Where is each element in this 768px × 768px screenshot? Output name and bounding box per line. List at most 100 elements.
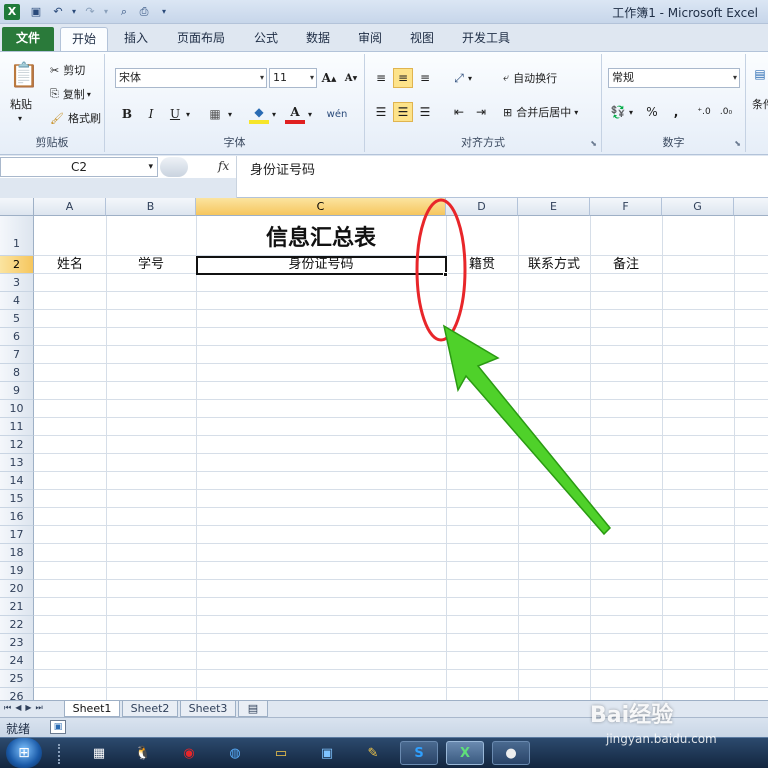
- annotation-overlay: [415, 198, 612, 536]
- redo-icon[interactable]: ↷: [82, 4, 98, 20]
- number-group: 常规 ▾ 💱 ▾ % , ⁺.0 .0₀ 数字 ⬊: [602, 54, 746, 152]
- align-top-icon[interactable]: ≡: [371, 68, 391, 88]
- increase-decimal-icon[interactable]: ⁺.0: [694, 102, 714, 122]
- taskbar-grip: [58, 744, 66, 764]
- undo-dropdown-icon[interactable]: ▾: [66, 4, 82, 20]
- title-bar: X ▣ ↶ ▾ ↷ ▾ ⌕ ⎙ ▾ 工作簿1 - Microsoft Excel: [0, 0, 768, 24]
- taskbar-browser-icon[interactable]: ◍: [222, 741, 248, 765]
- underline-dropdown-icon[interactable]: ▾: [183, 104, 193, 124]
- formula-bar-resize-handle[interactable]: [160, 157, 188, 177]
- phonetic-guide-icon[interactable]: wén: [327, 104, 348, 124]
- formula-divider: [236, 156, 237, 198]
- alignment-dialog-launcher-icon[interactable]: ⬊: [590, 139, 597, 148]
- clipboard-group: 📋 粘贴 ▾ ✂ 剪切 ⎘ 复制 ▾ 🖌 格式刷 剪贴板: [0, 54, 105, 152]
- italic-icon[interactable]: I: [141, 104, 161, 124]
- accounting-dropdown-icon[interactable]: ▾: [626, 102, 636, 122]
- taskbar-folder-icon[interactable]: ▭: [268, 741, 294, 765]
- wrap-text-button[interactable]: ⤶ 自动换行: [503, 70, 557, 86]
- font-color-dropdown-icon[interactable]: ▾: [305, 104, 315, 124]
- shrink-font-icon[interactable]: A ▼: [341, 68, 361, 88]
- format-painter-button[interactable]: 🖌 格式刷: [50, 110, 101, 126]
- align-right-icon[interactable]: ☰: [415, 102, 435, 122]
- border-icon[interactable]: ▦: [205, 104, 225, 124]
- taskbar-picture-icon[interactable]: ▣: [314, 741, 340, 765]
- font-group: 宋体 ▾ 11 ▾ A ▲ A ▼ B I U ▾ ▦ ▾ ◆ ▾ A ▾ wén 字体: [105, 54, 365, 152]
- font-name-dropdown-icon: ▾: [259, 73, 264, 82]
- macro-record-icon[interactable]: ▣: [50, 720, 66, 734]
- merge-center-button[interactable]: ⊞ 合并后居中 ▾: [503, 104, 578, 120]
- customize-toolbar-icon[interactable]: ▾: [156, 4, 172, 20]
- font-size-combo[interactable]: 11 ▾: [269, 68, 317, 88]
- tab-formulas[interactable]: 公式: [244, 27, 288, 51]
- spreadsheet-grid[interactable]: A B C D E F G 1 2 3 4 5 6 7 8 9 10 11 12 13 14 15 16 17 1…: [0, 198, 768, 700]
- font-group-label: 字体: [223, 136, 246, 149]
- watermark-url: jingyan.baidu.com: [606, 732, 717, 746]
- align-left-icon[interactable]: ☰: [371, 102, 391, 122]
- border-dropdown-icon[interactable]: ▾: [225, 104, 235, 124]
- accounting-format-icon[interactable]: 💱: [608, 102, 628, 122]
- number-dialog-launcher-icon[interactable]: ⬊: [734, 139, 741, 148]
- align-middle-icon[interactable]: ≡: [393, 68, 413, 88]
- paste-button[interactable]: 粘贴: [10, 96, 32, 112]
- formula-input[interactable]: 身份证号码: [250, 159, 315, 178]
- status-ready: 就绪: [6, 722, 31, 736]
- font-name-combo[interactable]: 宋体 ▾: [115, 68, 267, 88]
- align-center-icon[interactable]: ☰: [393, 102, 413, 122]
- number-format-combo[interactable]: 常规 ▾: [608, 68, 740, 88]
- paste-dropdown-icon[interactable]: ▾: [18, 114, 22, 123]
- taskbar-paint-icon[interactable]: ✎: [360, 741, 386, 765]
- tab-home[interactable]: 开始: [60, 27, 108, 51]
- bold-icon[interactable]: B: [117, 104, 137, 124]
- copy-button[interactable]: ⎘ 复制 ▾: [50, 86, 91, 102]
- copy-icon: ⎘: [50, 87, 59, 100]
- fill-color-dropdown-icon[interactable]: ▾: [269, 104, 279, 124]
- print-preview-icon[interactable]: ⌕: [116, 4, 132, 20]
- decrease-indent-icon[interactable]: ⇤: [449, 102, 469, 122]
- paste-icon[interactable]: 📋: [8, 58, 40, 92]
- sheet-tab-sheet2[interactable]: Sheet2: [122, 701, 178, 717]
- copy-dropdown-icon: ▾: [86, 89, 91, 99]
- print-icon[interactable]: ⎙: [136, 4, 152, 20]
- comma-style-icon[interactable]: ,: [666, 102, 686, 122]
- taskbar-explorer-icon[interactable]: ▦: [86, 741, 112, 765]
- undo-icon[interactable]: ↶: [50, 4, 66, 20]
- sheet-tab-sheet3[interactable]: Sheet3: [180, 701, 236, 717]
- grow-font-icon[interactable]: A ▲: [319, 68, 339, 88]
- start-orb-icon[interactable]: ⊞: [6, 738, 42, 768]
- sheet-nav-arrows-icon[interactable]: ⏮◀▶⏭: [4, 703, 47, 713]
- tab-developer[interactable]: 开发工具: [452, 27, 520, 51]
- save-icon[interactable]: ▣: [28, 4, 44, 20]
- conditional-format-icon[interactable]: ▤: [750, 64, 768, 84]
- orientation-dropdown-icon[interactable]: ▾: [465, 68, 475, 88]
- align-bottom-icon[interactable]: ≡: [415, 68, 435, 88]
- number-format-dropdown-icon: ▾: [732, 73, 737, 82]
- decrease-decimal-icon[interactable]: .0₀: [716, 102, 736, 122]
- insert-function-icon[interactable]: fx: [218, 159, 229, 173]
- tab-data[interactable]: 数据: [296, 27, 340, 51]
- insert-sheet-icon[interactable]: ▤: [238, 701, 268, 717]
- excel-logo-icon[interactable]: X: [4, 4, 20, 20]
- tab-insert[interactable]: 插入: [114, 27, 158, 51]
- cut-button[interactable]: ✂ 剪切: [50, 62, 85, 78]
- percent-style-icon[interactable]: %: [642, 102, 662, 122]
- taskbar-sogou-icon[interactable]: S: [400, 741, 438, 765]
- tab-view[interactable]: 视图: [400, 27, 444, 51]
- name-box[interactable]: C2 ▾: [0, 157, 158, 177]
- taskbar-netease-icon[interactable]: ◉: [176, 741, 202, 765]
- name-box-dropdown-icon: ▾: [148, 162, 153, 172]
- merge-cells-icon: ⊞: [503, 105, 513, 119]
- tab-page-layout[interactable]: 页面布局: [166, 27, 236, 51]
- font-color-icon[interactable]: A: [285, 104, 305, 124]
- taskbar-excel-icon[interactable]: X: [446, 741, 484, 765]
- baidu-jingyan-watermark: Bai经验: [590, 703, 674, 728]
- fill-color-icon[interactable]: ◆: [249, 104, 269, 124]
- taskbar-app-icon[interactable]: ●: [492, 741, 530, 765]
- conditional-format-button[interactable]: 条件: [752, 96, 768, 112]
- underline-icon[interactable]: U: [165, 104, 185, 124]
- increase-indent-icon[interactable]: ⇥: [471, 102, 491, 122]
- tab-file[interactable]: 文件: [2, 27, 54, 51]
- tab-review[interactable]: 审阅: [348, 27, 392, 51]
- sheet-tab-sheet1[interactable]: Sheet1: [64, 701, 120, 717]
- redo-dropdown-icon[interactable]: ▾: [98, 4, 114, 20]
- taskbar-qq-icon[interactable]: 🐧: [130, 741, 156, 765]
